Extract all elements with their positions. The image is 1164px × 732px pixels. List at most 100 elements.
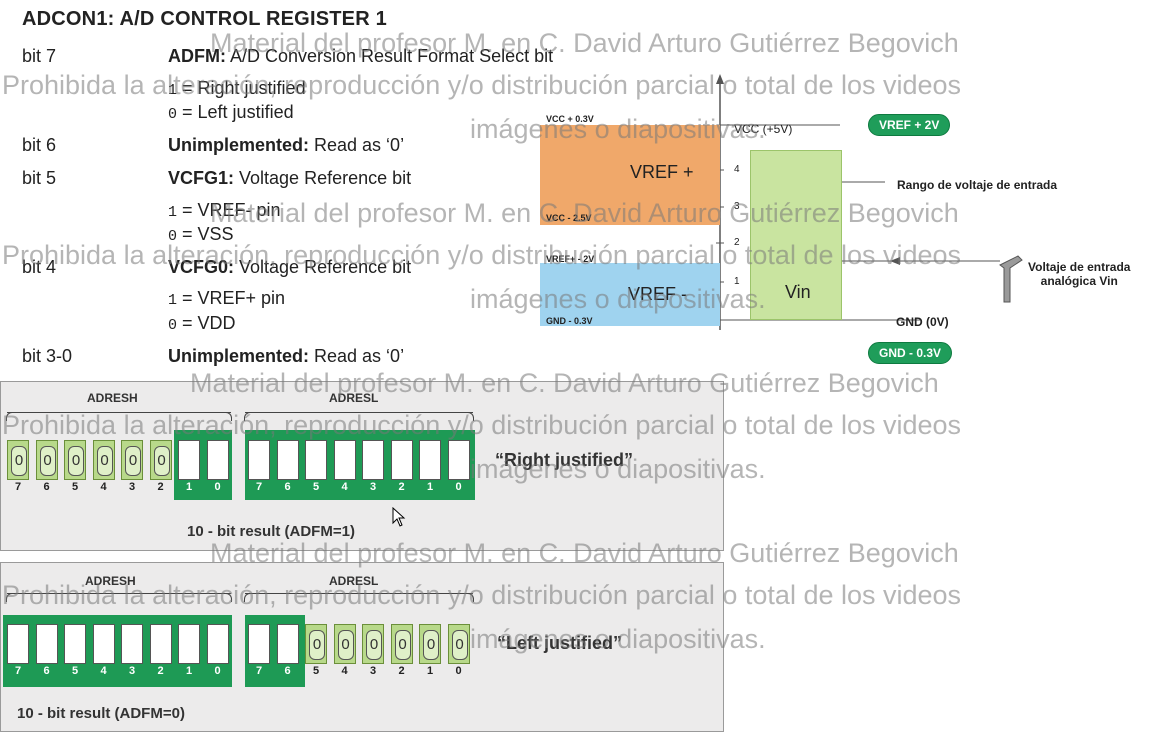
watermark-line2: Prohibida la alteración, reproducción y/… — [2, 70, 962, 100]
bit-number: 4 — [100, 665, 107, 677]
bit-number: 3 — [369, 481, 377, 493]
bit-cell: 0 — [390, 624, 413, 664]
bit-number: 1 — [185, 481, 193, 493]
bit-number: 1 — [426, 481, 434, 493]
bit-cell — [390, 440, 413, 480]
watermark-line3: imágenes o diapositivas. — [470, 114, 766, 144]
mouse-pointer-icon — [392, 506, 406, 532]
bit5-text: Voltage Reference bit — [234, 168, 412, 188]
vref-plus-label: VREF + — [630, 162, 694, 182]
bit-number: 1 — [426, 665, 434, 677]
bit-cell — [35, 624, 58, 664]
bit-cell — [178, 624, 200, 664]
bit-cell — [276, 624, 299, 664]
bit-number: 0 — [455, 665, 462, 677]
bit5-label: bit 5 — [22, 168, 57, 188]
analog-input-label: Voltaje de entrada analógica Vin — [1028, 260, 1130, 288]
watermark-line2: Prohibida la alteración, reproducción y/… — [2, 580, 962, 610]
analog-label-line1: Voltaje de entrada — [1028, 260, 1131, 274]
opt-text: = VREF+ pin — [177, 288, 286, 308]
bit-number: 3 — [128, 665, 136, 677]
bit-number: 7 — [255, 481, 263, 493]
bit-number: 3 — [369, 665, 377, 677]
bit-cell — [206, 624, 229, 664]
bit-cell — [121, 624, 143, 664]
bit-cell: 0 — [149, 440, 172, 480]
bit3-0-name: Unimplemented: — [168, 346, 310, 366]
bit-number: 2 — [398, 665, 405, 677]
bit-number: 6 — [43, 665, 50, 677]
bit-cell — [64, 624, 86, 664]
watermark-line2: Prohibida la alteración, reproducción y/… — [2, 240, 962, 270]
bit7-opt0: 0 = Left justified — [168, 102, 294, 123]
bit4-opt1: 1 = VREF+ pin — [168, 288, 285, 309]
bit-cell — [362, 440, 384, 480]
zero-bit: 0 — [366, 630, 382, 660]
bit3-0-label: bit 3-0 — [22, 346, 73, 366]
opt-value: 1 — [168, 204, 178, 221]
bit-number: 0 — [214, 665, 221, 677]
watermark-line1: Material del profesor M. en C. David Art… — [210, 538, 959, 568]
zero-bit: 0 — [423, 630, 439, 660]
bit-number: 6 — [284, 481, 291, 493]
bit-cell — [419, 440, 441, 480]
bit7-label: bit 7 — [22, 46, 57, 66]
watermark-line3: imágenes o diapositivas. — [470, 454, 766, 484]
bit-number: 4 — [341, 481, 348, 493]
bit-cell — [276, 440, 299, 480]
bit-cell: 0 — [92, 440, 115, 480]
bit-number: 1 — [185, 665, 193, 677]
bit-cell: 0 — [7, 440, 29, 480]
gnd-minus-label: GND - 0.3V — [546, 316, 593, 326]
tick-4: 4 — [734, 164, 740, 175]
bit-cell: 0 — [362, 624, 384, 664]
gnd-label: GND (0V) — [896, 315, 949, 329]
bit6-text: Read as ‘0’ — [309, 135, 405, 155]
bit-number: 7 — [14, 481, 22, 493]
opt-value: 1 — [168, 292, 178, 309]
opt-text: = VDD — [177, 313, 236, 333]
bit6-desc: Unimplemented: Read as ‘0’ — [168, 135, 404, 156]
bit-cell: 0 — [419, 624, 441, 664]
bit-number: 5 — [312, 481, 320, 493]
adresh-label: ADRESH — [87, 391, 138, 405]
bit-number: 2 — [157, 665, 164, 677]
left-justified-result: 10 - bit result (ADFM=0) — [17, 705, 185, 722]
bit-cell — [92, 624, 115, 664]
watermark-line3: imágenes o diapositivas. — [470, 284, 766, 314]
watermark-line1: Material del profesor M. en C. David Art… — [210, 198, 959, 228]
bit-number: 3 — [128, 481, 136, 493]
bit-number: 4 — [100, 481, 107, 493]
bit-number: 0 — [455, 481, 462, 493]
range-label: Rango de voltaje de entrada — [897, 178, 1058, 192]
bit-number: 5 — [71, 665, 79, 677]
watermark-line3: imágenes o diapositivas. — [470, 624, 766, 654]
zero-bit: 0 — [394, 630, 411, 660]
bit-number: 0 — [214, 481, 221, 493]
vref-2v-pill: VREF + 2V — [868, 114, 951, 136]
gnd-pill: GND - 0.3V — [868, 342, 953, 364]
bit3-0-desc: Unimplemented: Read as ‘0’ — [168, 346, 404, 367]
bit-cell — [333, 440, 356, 480]
zero-bit: 0 — [309, 630, 325, 660]
bit6-label: bit 6 — [22, 135, 57, 155]
zero-bit: 0 — [451, 630, 468, 660]
bit-cell — [7, 624, 29, 664]
bit-cell: 0 — [121, 440, 143, 480]
bit-number: 2 — [157, 481, 164, 493]
bit-number: 4 — [341, 665, 348, 677]
bit-number: 7 — [255, 665, 263, 677]
bit-cell — [149, 624, 172, 664]
bit-number: 5 — [312, 665, 320, 677]
bit-cell: 0 — [35, 440, 58, 480]
bit-cell — [447, 440, 470, 480]
zero-bit: 0 — [39, 446, 56, 476]
bit-cell: 0 — [333, 624, 356, 664]
bit-cell: 0 — [305, 624, 327, 664]
bit4-opt0: 0 = VDD — [168, 313, 236, 334]
vin-label: Vin — [785, 282, 811, 302]
watermark-line1: Material del profesor M. en C. David Art… — [210, 28, 959, 58]
analog-label-line2: analógica Vin — [1040, 274, 1118, 288]
bit-cell — [178, 440, 200, 480]
bit-cell — [206, 440, 229, 480]
